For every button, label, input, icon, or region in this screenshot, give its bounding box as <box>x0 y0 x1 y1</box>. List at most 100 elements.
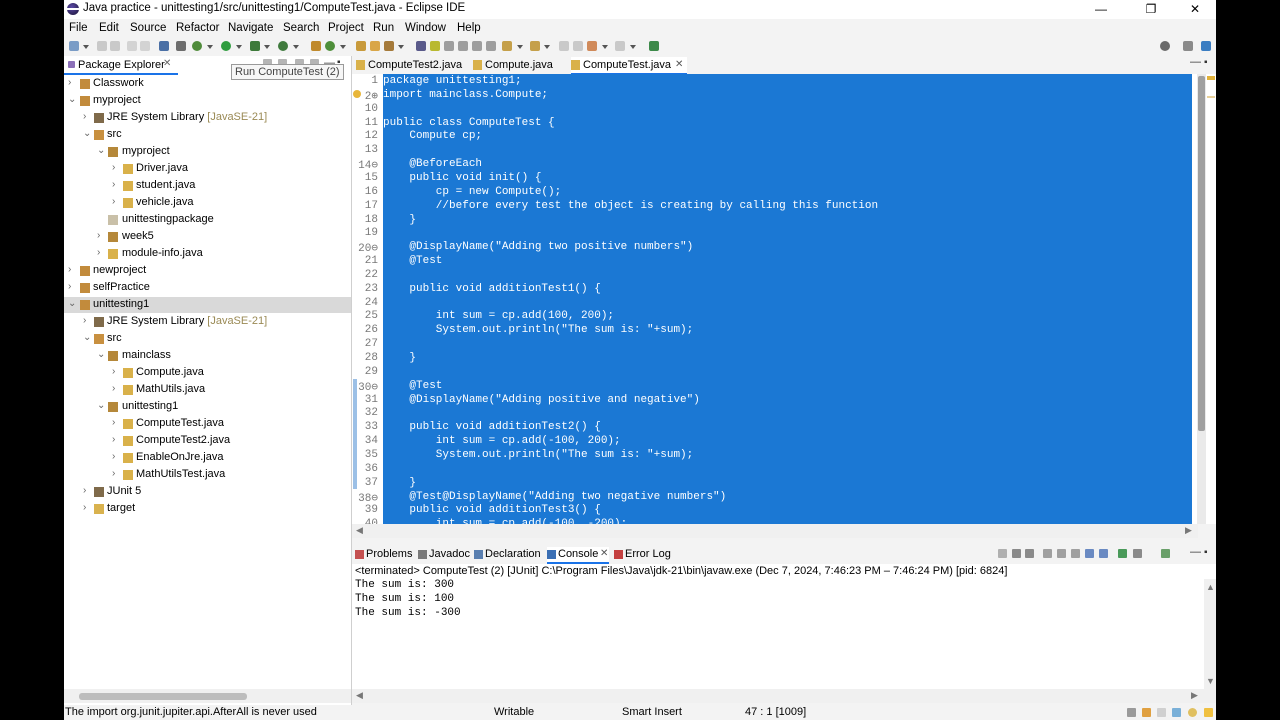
code-line[interactable]: @DisplayName("Adding positive and negati… <box>383 394 699 408</box>
tree-item-src[interactable]: ⌄ src <box>64 127 351 143</box>
code-line[interactable]: } <box>383 477 416 491</box>
new-java-project-icon[interactable] <box>311 41 321 51</box>
menu-run[interactable]: Run <box>373 22 394 34</box>
tree-item-enableonjre[interactable]: › EnableOnJre.java <box>64 450 351 466</box>
tree-item-module-info[interactable]: › module-info.java <box>64 246 351 262</box>
scroll-up-icon[interactable]: ▲ <box>1206 582 1215 592</box>
code-line[interactable]: @Test <box>383 255 442 269</box>
expand-icon[interactable]: › <box>83 315 86 326</box>
tree-item-computetest2[interactable]: › ComputeTest2.java <box>64 433 351 449</box>
menu-refactor[interactable]: Refactor <box>176 22 219 34</box>
tab-problems[interactable]: Problems <box>355 547 415 562</box>
minimize-button[interactable]: — <box>1080 0 1122 19</box>
code-line[interactable]: System.out.println("The sum is: "+sum); <box>383 324 693 338</box>
menu-project[interactable]: Project <box>328 22 364 34</box>
tree-item-jre-library-2[interactable]: › JRE System Library [JavaSE-21] <box>64 314 351 330</box>
prev-annotation-icon[interactable] <box>530 41 540 51</box>
tab-compute[interactable]: Compute.java <box>473 57 553 73</box>
expand-icon[interactable]: › <box>112 434 115 445</box>
remove-launch-icon[interactable] <box>1012 549 1021 558</box>
notification-icon[interactable] <box>1142 708 1151 717</box>
maximize-panel-icon[interactable]: ▪ <box>1204 547 1208 558</box>
code-line[interactable]: } <box>383 352 416 366</box>
tree-item-compute[interactable]: › Compute.java <box>64 365 351 381</box>
next-annotation-icon[interactable] <box>502 41 512 51</box>
code-line[interactable]: public void additionTest3() { <box>383 504 600 518</box>
expand-icon[interactable]: › <box>112 366 115 377</box>
code-line[interactable]: //before every test the object is creati… <box>383 200 878 214</box>
back-icon[interactable] <box>587 41 597 51</box>
word-wrap-icon[interactable] <box>444 41 454 51</box>
code-line[interactable]: int sum = cp.add(-100, 200); <box>383 435 621 449</box>
prev-annotation-dropdown-icon[interactable] <box>544 45 550 49</box>
close-button[interactable]: ✕ <box>1174 0 1216 19</box>
tree-item-selfpractice[interactable]: › selfPractice <box>64 280 351 296</box>
tree-item-mathutilstest[interactable]: › MathUtilsTest.java <box>64 467 351 483</box>
show-on-error-icon[interactable] <box>1099 549 1108 558</box>
clear-console-icon[interactable] <box>1043 549 1052 558</box>
tree-item-unittesting1[interactable]: ⌄ unittesting1 <box>64 297 351 313</box>
tree-item-week5[interactable]: › week5 <box>64 229 351 245</box>
code-line[interactable]: public void additionTest1() { <box>383 283 600 297</box>
memory-icon[interactable] <box>1157 708 1166 717</box>
close-icon[interactable]: ✕ <box>163 58 171 69</box>
expand-icon[interactable]: › <box>112 417 115 428</box>
expand-icon[interactable]: › <box>97 230 100 241</box>
coverage-dropdown-icon[interactable] <box>264 45 270 49</box>
tab-console[interactable]: Console ✕ <box>547 547 609 564</box>
tree-item-vehicle[interactable]: › vehicle.java <box>64 195 351 211</box>
collapse-icon[interactable]: ⌄ <box>83 332 91 343</box>
external-tools-dropdown-icon[interactable] <box>293 45 299 49</box>
update-icon[interactable] <box>1188 708 1197 717</box>
new-class-dropdown-icon[interactable] <box>340 45 346 49</box>
forward-icon[interactable] <box>615 41 625 51</box>
tree-item-jre-library[interactable]: › JRE System Library [JavaSE-21] <box>64 110 351 126</box>
tab-error-log[interactable]: Error Log <box>614 547 676 562</box>
tab-javadoc[interactable]: Javadoc <box>418 547 472 562</box>
scroll-left-icon[interactable]: ◀ <box>356 690 363 701</box>
scroll-right-icon[interactable]: ▶ <box>1185 525 1192 536</box>
menu-navigate[interactable]: Navigate <box>228 22 273 34</box>
collapse-icon[interactable]: ⌄ <box>97 349 105 360</box>
redo-icon[interactable] <box>140 41 150 51</box>
tree-item-unittestingpackage[interactable]: unittestingpackage <box>64 212 351 228</box>
console-output[interactable]: The sum is: 300 The sum is: 100 The sum … <box>352 579 1204 689</box>
search-tool-icon[interactable] <box>384 41 394 51</box>
collapse-icon[interactable]: ⌄ <box>68 298 76 309</box>
code-line[interactable]: public void additionTest2() { <box>383 421 600 435</box>
display-console-icon[interactable] <box>1133 549 1142 558</box>
collapse-icon[interactable]: ⌄ <box>83 128 91 139</box>
maximize-editor-icon[interactable]: ▪ <box>1204 57 1208 68</box>
console-vertical-scrollbar[interactable]: ▲ ▼ <box>1204 579 1216 703</box>
tab-declaration[interactable]: Declaration <box>474 547 544 562</box>
collapse-icon[interactable]: ⌄ <box>97 145 105 156</box>
expand-icon[interactable]: › <box>83 502 86 513</box>
tree-item-package-myproject[interactable]: ⌄ myproject <box>64 144 351 160</box>
save-all-icon[interactable] <box>110 41 120 51</box>
code-content[interactable]: package unittesting1; import mainclass.Co… <box>383 74 1192 524</box>
paragraph-icon[interactable] <box>486 41 496 51</box>
menu-file[interactable]: File <box>69 22 88 34</box>
maximize-button[interactable]: ❐ <box>1130 0 1172 19</box>
code-line[interactable]: package unittesting1; <box>383 75 522 89</box>
tree-item-mathutils[interactable]: › MathUtils.java <box>64 382 351 398</box>
code-line[interactable]: System.out.println("The sum is: "+sum); <box>383 449 693 463</box>
expand-icon[interactable]: › <box>83 485 86 496</box>
close-icon[interactable]: ✕ <box>675 59 683 70</box>
open-perspective-icon[interactable] <box>1183 41 1193 51</box>
warning-overview-marker[interactable] <box>1207 76 1215 80</box>
console-horizontal-scrollbar[interactable]: ◀ ▶ <box>352 689 1204 703</box>
menu-source[interactable]: Source <box>130 22 166 34</box>
tree-item-myproject[interactable]: ⌄ myproject <box>64 93 351 109</box>
warning-marker-icon[interactable] <box>353 90 361 98</box>
coverage-icon[interactable] <box>250 41 260 51</box>
last-edit-icon[interactable] <box>559 41 569 51</box>
tree-item-package-unittesting1[interactable]: ⌄ unittesting1 <box>64 399 351 415</box>
word-wrap-console-icon[interactable] <box>1071 549 1080 558</box>
external-tools-icon[interactable] <box>278 41 288 51</box>
code-line[interactable]: import mainclass.Compute; <box>383 89 548 103</box>
new-class-icon[interactable] <box>325 41 335 51</box>
open-type-icon[interactable] <box>356 41 366 51</box>
tree-item-newproject[interactable]: › newproject <box>64 263 351 279</box>
expand-icon[interactable]: › <box>83 111 86 122</box>
